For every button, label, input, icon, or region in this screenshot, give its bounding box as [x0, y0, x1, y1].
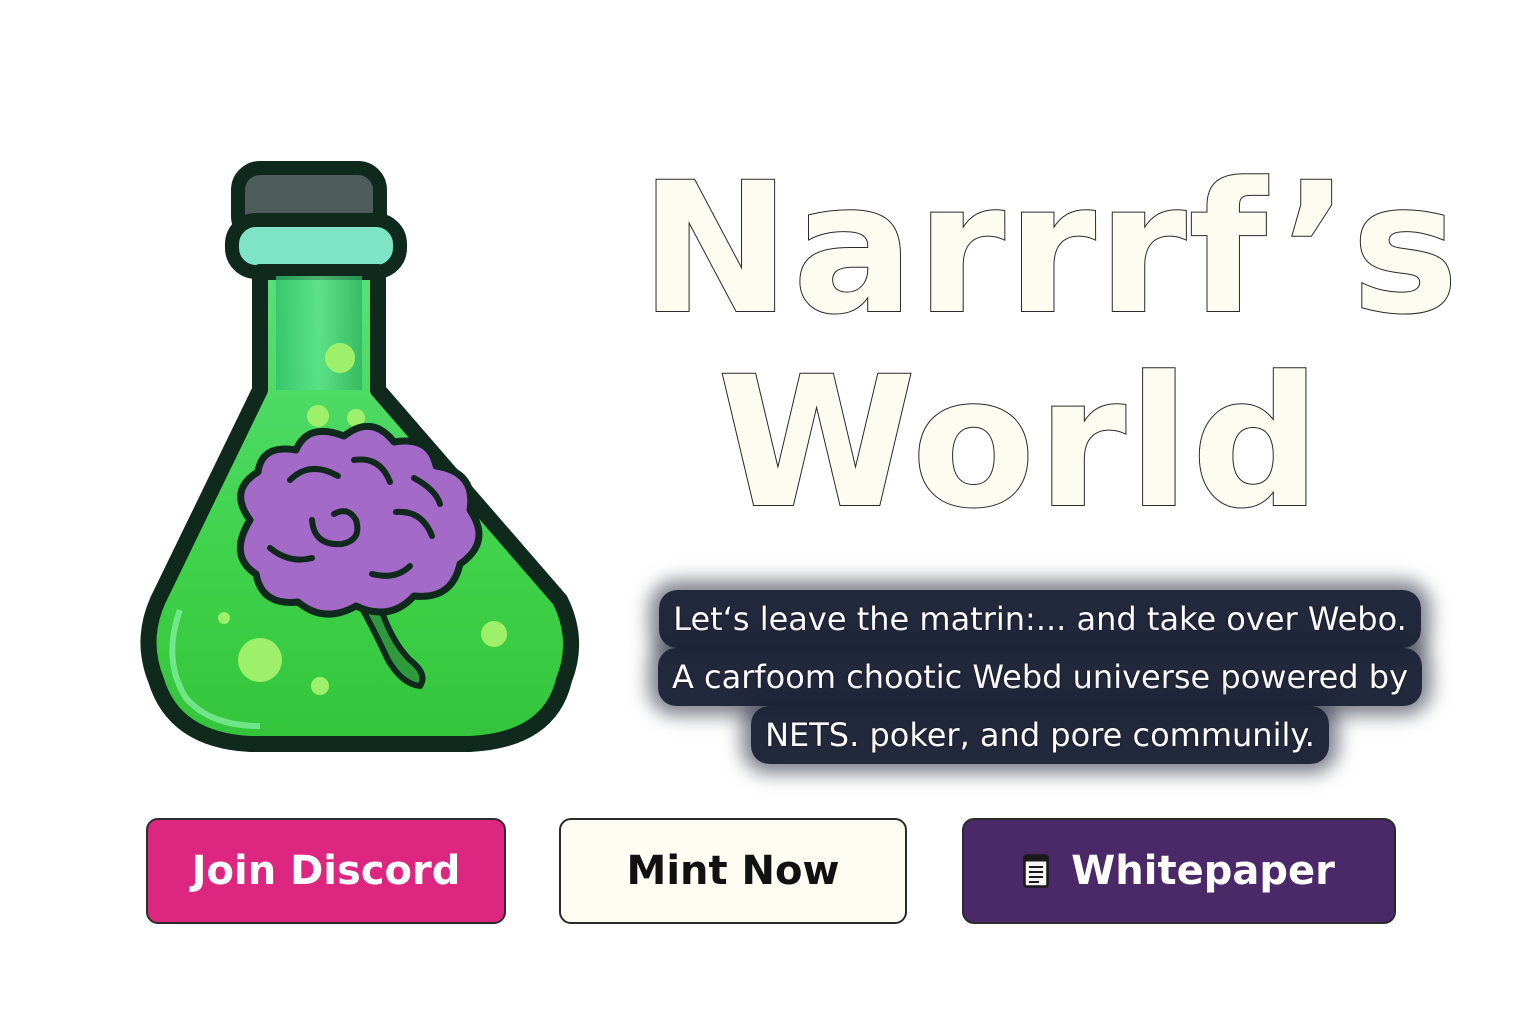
- whitepaper-label: Whitepaper: [1071, 848, 1335, 894]
- landing-page: Narrrf’s World Let‘s leave the matrin:..…: [0, 0, 1536, 1024]
- flask-brain-icon: [140, 161, 580, 752]
- document-icon: [1023, 854, 1049, 888]
- tagline-line-2: A carfoom chootic Webd universe powered …: [657, 648, 1423, 706]
- page-title: Narrrf’s World: [639, 145, 1461, 548]
- join-discord-button[interactable]: Join Discord: [146, 818, 506, 924]
- whitepaper-button[interactable]: Whitepaper: [962, 818, 1396, 924]
- join-discord-label: Join Discord: [191, 848, 461, 894]
- mint-now-button[interactable]: Mint Now: [559, 818, 907, 924]
- tagline: Let‘s leave the matrin:... and take over…: [630, 590, 1450, 764]
- tagline-line-1: Let‘s leave the matrin:... and take over…: [659, 590, 1421, 648]
- mint-now-label: Mint Now: [626, 848, 840, 894]
- title-line-2: World: [716, 339, 1323, 548]
- tagline-line-3: NETS. poker, and pore communily.: [751, 706, 1329, 764]
- flask-illustration: [140, 160, 580, 760]
- title-line-1: Narrrf’s: [639, 145, 1461, 354]
